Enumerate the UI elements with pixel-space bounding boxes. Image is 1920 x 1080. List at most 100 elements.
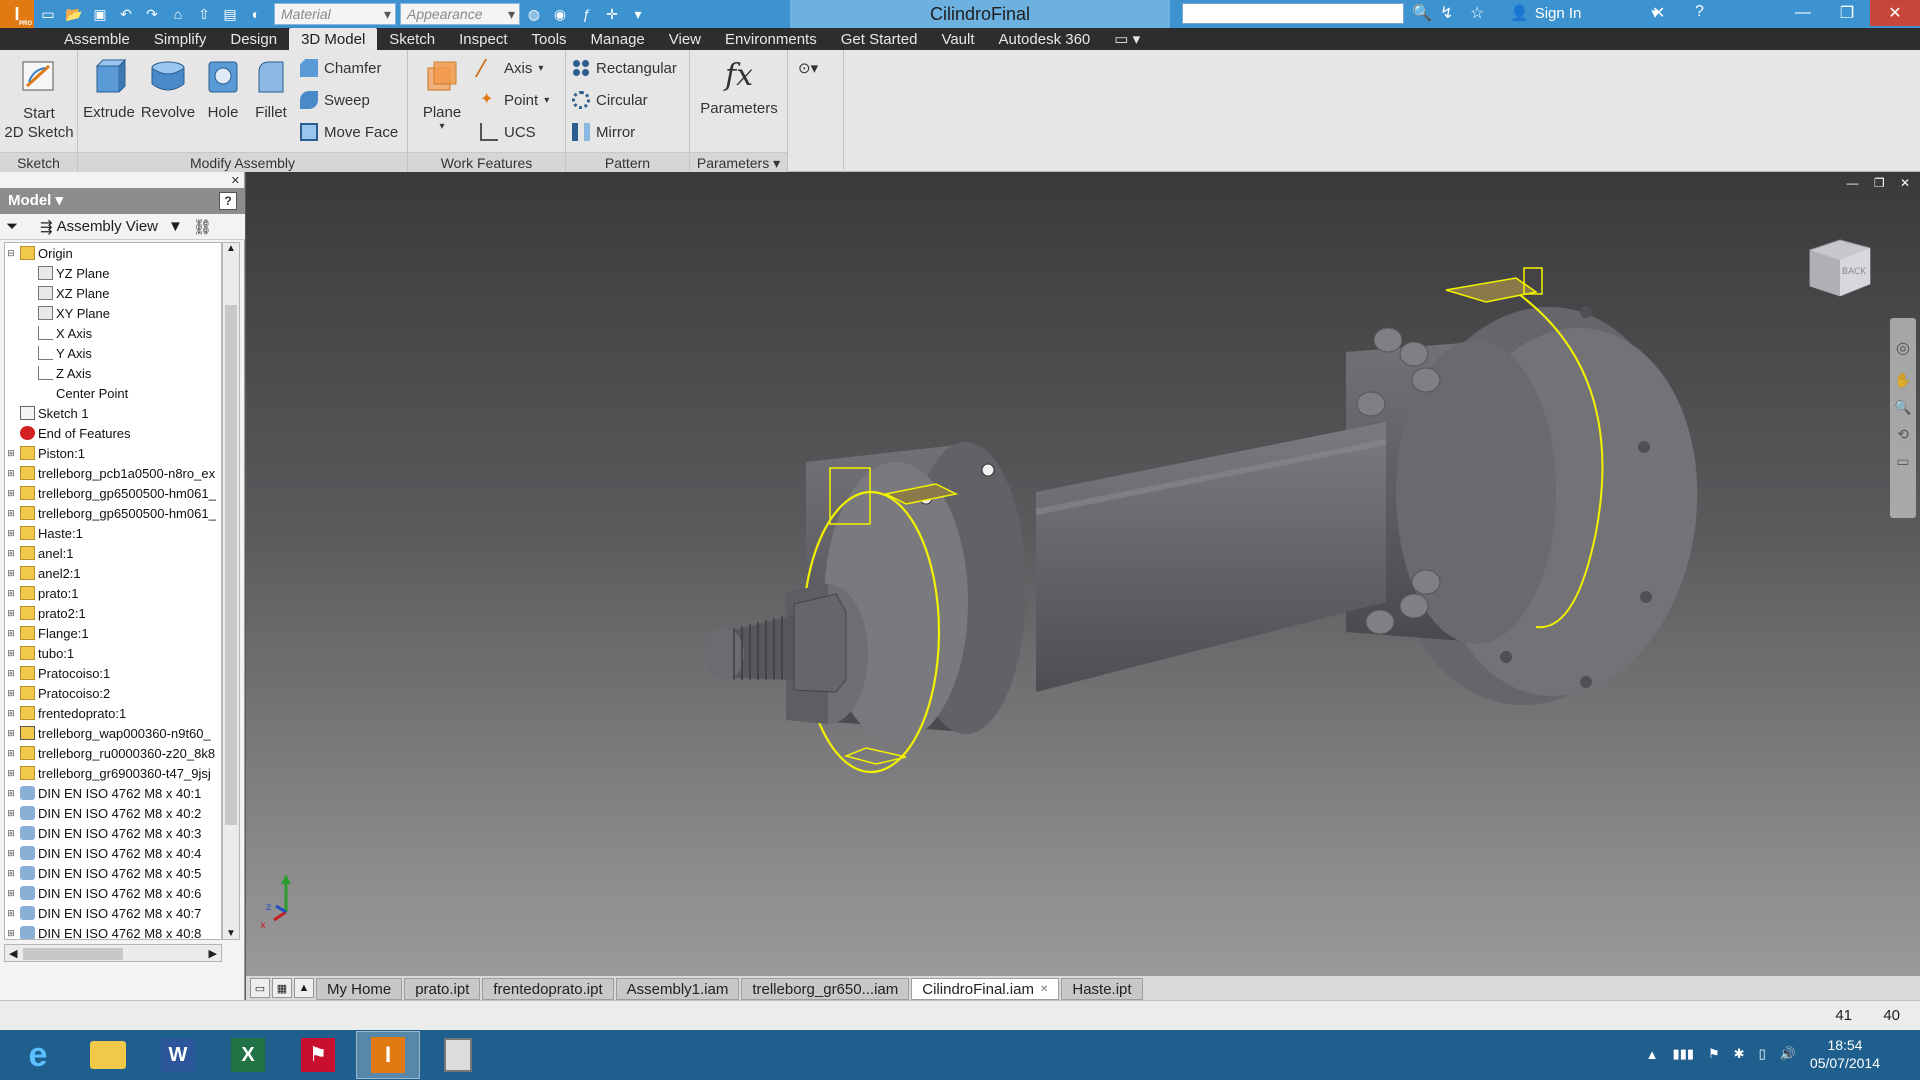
browser-header[interactable]: Model ▾ ? <box>0 188 245 214</box>
extrude-button[interactable]: Extrude <box>82 56 136 121</box>
browser-node[interactable]: ⊞ DIN EN ISO 4762 M8 x 40:5 <box>5 863 221 883</box>
browser-close-icon[interactable]: ✕ <box>231 174 240 187</box>
ribbon-tab-3d-model[interactable]: 3D Model <box>289 28 378 50</box>
expand-toggle-icon[interactable]: ⊞ <box>5 508 17 519</box>
acrobat-icon[interactable]: ⚑ <box>286 1031 350 1079</box>
scroll-left-icon[interactable]: ◀ <box>9 947 17 960</box>
browser-node[interactable]: ⊞ Pratocoiso:1 <box>5 663 221 683</box>
update-icon[interactable]: ◐ <box>244 3 268 25</box>
scroll-down-icon[interactable]: ▼ <box>223 928 239 939</box>
browser-node[interactable]: End of Features <box>5 423 221 443</box>
minimize-button[interactable]: — <box>1782 0 1824 26</box>
expand-toggle-icon[interactable]: ⊞ <box>5 588 17 599</box>
browser-node[interactable]: Center Point <box>5 383 221 403</box>
file-explorer-icon[interactable] <box>76 1031 140 1079</box>
ribbon-tab-inspect[interactable]: Inspect <box>447 28 519 50</box>
clock[interactable]: 18:54 05/07/2014 <box>1810 1036 1880 1072</box>
scroll-right-icon[interactable]: ▶ <box>209 947 217 960</box>
ribbon-dropdown-button[interactable]: ⊙▾ <box>798 56 818 80</box>
document-tab[interactable]: Haste.ipt <box>1061 978 1143 1000</box>
appearance-dropdown[interactable]: Appearance <box>400 3 520 25</box>
battery-icon[interactable]: ▯ <box>1759 1046 1766 1062</box>
browser-node[interactable]: ⊞ trelleborg_gp6500500-hm061_ <box>5 503 221 523</box>
material-dropdown[interactable]: Material <box>274 3 396 25</box>
measure-icon[interactable]: ✛ <box>600 3 624 25</box>
browser-node[interactable]: ⊞ Pratocoiso:2 <box>5 683 221 703</box>
ribbon-tab-autodesk-360[interactable]: Autodesk 360 <box>987 28 1103 50</box>
clear-appearance-icon[interactable]: ◍ <box>522 3 546 25</box>
browser-node[interactable]: ⊞ DIN EN ISO 4762 M8 x 40:8 <box>5 923 221 939</box>
save-icon[interactable]: ▣ <box>88 3 112 25</box>
chamfer-button[interactable]: Chamfer <box>300 56 382 80</box>
expand-toggle-icon[interactable]: ⊞ <box>5 608 17 619</box>
filter-icon[interactable]: ⏷ <box>6 218 18 235</box>
plane-button[interactable]: Plane ▾ <box>412 56 472 132</box>
browser-help-icon[interactable]: ? <box>219 192 237 210</box>
axis-button[interactable]: Axis ▾ <box>474 56 543 80</box>
browser-node[interactable]: ⊞ DIN EN ISO 4762 M8 x 40:1 <box>5 783 221 803</box>
ribbon-tab-design[interactable]: Design <box>218 28 289 50</box>
ribbon-tab-get-started[interactable]: Get Started <box>829 28 930 50</box>
cylinder-assembly-model[interactable]: x z <box>246 172 1920 975</box>
browser-node[interactable]: ⊞ trelleborg_pcb1a0500-n8ro_ex <box>5 463 221 483</box>
restore-button[interactable]: ❐ <box>1826 0 1868 26</box>
select-filter-icon[interactable]: ▤ <box>218 3 242 25</box>
expand-toggle-icon[interactable]: ⊞ <box>5 888 17 899</box>
viewcube-icon[interactable]: BACK <box>1800 230 1880 304</box>
expand-toggle-icon[interactable]: ⊟ <box>5 248 17 259</box>
expand-toggle-icon[interactable]: ⊞ <box>5 728 17 739</box>
browser-node[interactable]: ⊞ prato:1 <box>5 583 221 603</box>
expand-toggle-icon[interactable]: ⊞ <box>5 688 17 699</box>
close-tab-icon[interactable]: ✕ <box>1040 984 1048 995</box>
sketch-panel-title[interactable]: Sketch <box>0 152 77 172</box>
open-file-icon[interactable]: 📂 <box>62 3 86 25</box>
close-button[interactable]: ✕ <box>1870 0 1920 26</box>
expand-toggle-icon[interactable]: ⊞ <box>5 568 17 579</box>
expand-toggle-icon[interactable]: ⊞ <box>5 928 17 939</box>
move-face-button[interactable]: Move Face <box>300 120 398 144</box>
look-at-icon[interactable]: ▭ <box>1890 453 1916 470</box>
cascade-windows-icon[interactable]: ▭ <box>250 978 270 998</box>
browser-horizontal-scrollbar[interactable]: ◀ ▶ <box>4 944 222 962</box>
browser-node[interactable]: ⊞ tubo:1 <box>5 643 221 663</box>
expand-toggle-icon[interactable]: ⊞ <box>5 768 17 779</box>
zoom-icon[interactable]: 🔍 <box>1890 399 1916 416</box>
internet-explorer-icon[interactable]: e <box>6 1031 70 1079</box>
work-features-panel-title[interactable]: Work Features <box>408 152 565 172</box>
browser-node[interactable]: Z Axis <box>5 363 221 383</box>
expand-toggle-icon[interactable]: ⊞ <box>5 468 17 479</box>
circular-pattern-button[interactable]: Circular <box>572 88 648 112</box>
rectangular-pattern-button[interactable]: Rectangular <box>572 56 677 80</box>
tile-windows-icon[interactable]: ▦ <box>272 978 292 998</box>
expand-toggle-icon[interactable]: ⊞ <box>5 528 17 539</box>
expand-toggle-icon[interactable]: ⊞ <box>5 788 17 799</box>
expand-toggle-icon[interactable]: ⊞ <box>5 848 17 859</box>
fillet-button[interactable]: Fillet <box>248 56 294 121</box>
ucs-button[interactable]: UCS <box>480 120 536 144</box>
customize-quick-access-icon[interactable]: ▾ <box>626 3 650 25</box>
browser-node[interactable]: ⊞ DIN EN ISO 4762 M8 x 40:4 <box>5 843 221 863</box>
browser-node[interactable]: X Axis <box>5 323 221 343</box>
steering-wheel-icon[interactable]: ◎ <box>1890 338 1916 358</box>
expand-toggle-icon[interactable]: ⊞ <box>5 808 17 819</box>
revolve-button[interactable]: Revolve <box>138 56 198 121</box>
ribbon-tab-vault[interactable]: Vault <box>929 28 986 50</box>
browser-node[interactable]: ⊞ DIN EN ISO 4762 M8 x 40:6 <box>5 883 221 903</box>
expand-toggle-icon[interactable]: ⊞ <box>5 708 17 719</box>
ribbon-tab-sketch[interactable]: Sketch <box>377 28 447 50</box>
graphics-window[interactable]: — ❐ ✕ x z BACK ◎ ✋ 🔍 ⟲ ▭ <box>246 172 1920 975</box>
network-icon[interactable]: ▮▮▮ <box>1673 1046 1694 1062</box>
hole-button[interactable]: Hole <box>200 56 246 121</box>
tab-list-icon[interactable]: ▲ <box>294 978 314 998</box>
help-search-input[interactable] <box>1182 3 1404 24</box>
browser-node[interactable]: ⊞ Haste:1 <box>5 523 221 543</box>
document-tab[interactable]: trelleborg_gr650...iam <box>741 978 910 1000</box>
orbit-icon[interactable]: ⟲ <box>1890 426 1916 443</box>
find-binoculars-icon[interactable]: ⛓ <box>193 218 212 236</box>
expand-toggle-icon[interactable]: ⊞ <box>5 828 17 839</box>
browser-node[interactable]: XY Plane <box>5 303 221 323</box>
new-file-icon[interactable]: ▭ <box>36 3 60 25</box>
inventor-app-menu-button[interactable]: I PRO <box>0 0 34 28</box>
subscription-icon[interactable]: ↯ <box>1440 3 1453 23</box>
excel-icon[interactable]: X <box>216 1031 280 1079</box>
